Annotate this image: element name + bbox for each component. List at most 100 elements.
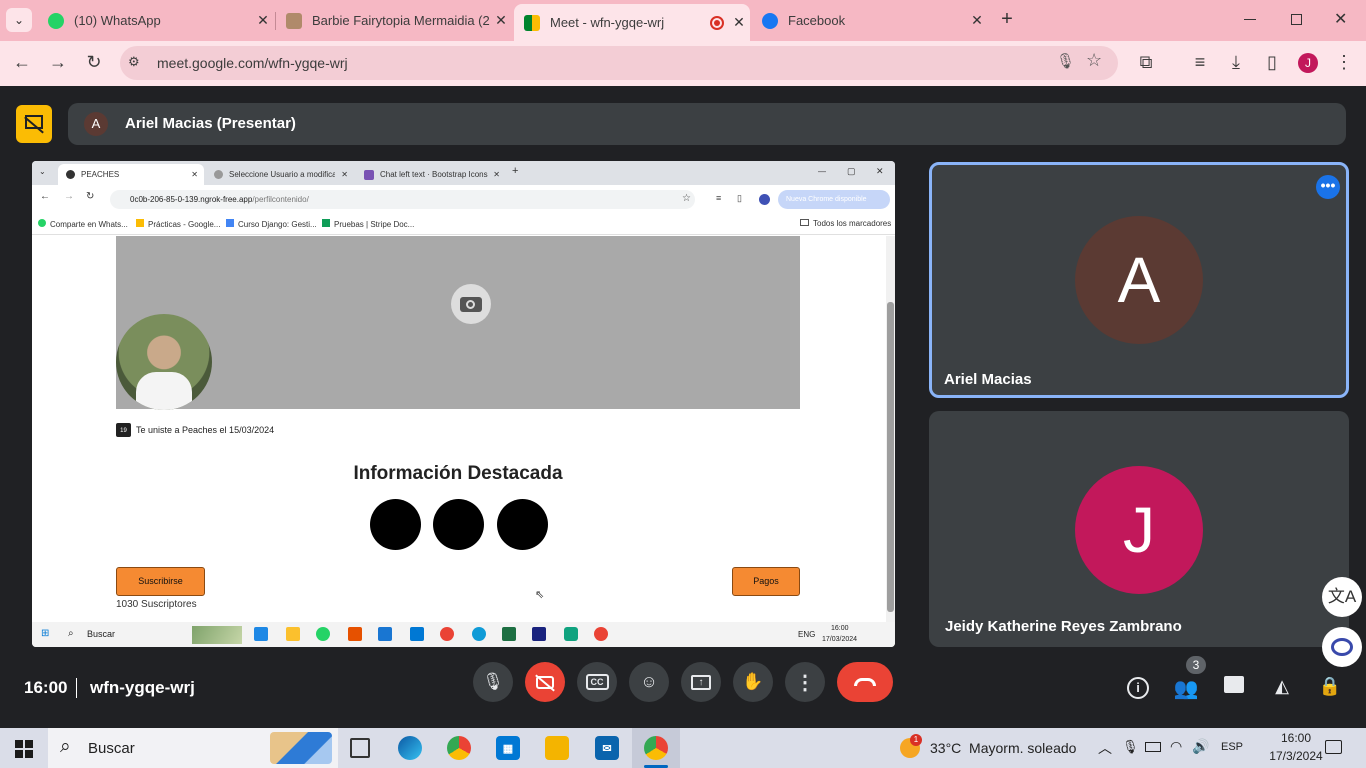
shared-tab-strip: ⌄ PEACHES ✕ Seleccione Usuario a modific… (32, 161, 895, 185)
camera-off-icon (535, 674, 555, 691)
camera-icon (451, 284, 491, 324)
media-control-icon[interactable]: ≡ (1188, 52, 1212, 73)
task-view-icon[interactable] (350, 738, 370, 758)
shared-address-bar: 0c0b-206-85-0-139.ngrok-free.app/perfilc… (110, 190, 695, 209)
people-icon[interactable]: 👥 (1173, 676, 1199, 700)
presenter-avatar: A (84, 112, 108, 136)
microphone-tray-icon[interactable]: 🎙 (1122, 739, 1139, 755)
more-options-button[interactable]: ⋮ (785, 662, 825, 702)
show-hidden-icons[interactable]: ︿ (1098, 738, 1112, 758)
more-options-icon[interactable]: ••• (1316, 175, 1340, 199)
shared-tab-peaches: PEACHES ✕ (58, 164, 204, 185)
notifications-icon[interactable] (1325, 740, 1342, 754)
microsoft-store-icon[interactable]: ▦ (496, 736, 520, 760)
clock-date[interactable]: 17/3/2024 (1260, 749, 1332, 763)
barbie-favicon-icon (286, 12, 302, 29)
mail-icon[interactable]: ✉ (595, 736, 619, 760)
captions-button[interactable]: CC (577, 662, 617, 702)
file-explorer-icon[interactable] (545, 736, 569, 760)
participant-tile-ariel[interactable]: A Ariel Macias ••• (929, 162, 1349, 398)
assistant-icon[interactable] (1322, 627, 1362, 667)
tab-barbie[interactable]: Barbie Fairytopia Mermaidia (20 ✕ (276, 0, 512, 41)
tab-facebook[interactable]: Facebook ✕ (752, 0, 988, 41)
reactions-button[interactable]: ☺ (629, 662, 669, 702)
bootstrap-icon (364, 169, 374, 180)
profile-photo (116, 314, 212, 410)
weather-badge: 1 (910, 734, 922, 746)
meeting-time: 16:00 (24, 678, 68, 697)
presenter-bar: A Ariel Macias (Presentar) (68, 103, 1346, 145)
bookmark: Prácticas - Google... (148, 220, 221, 229)
wifi-icon[interactable]: ◠ (1170, 738, 1182, 755)
microphone-icon[interactable]: 🎙 (1056, 52, 1075, 70)
address-bar[interactable]: ⚙ meet.google.com/wfn-ygqe-wrj 🎙 ☆ (120, 46, 1118, 80)
close-window-icon[interactable]: ✕ (1334, 9, 1347, 29)
meeting-code: wfn-ygqe-wrj (90, 678, 195, 697)
tab-meet[interactable]: Meet - wfn-ygqe-wrj ✕ (514, 4, 750, 41)
host-controls-icon[interactable]: 🔒 (1317, 676, 1343, 700)
shared-star-icon: ☆ (682, 193, 691, 204)
search-icon: ⌕ (60, 736, 71, 757)
taskbar-search-box[interactable]: ⌕ Buscar (48, 728, 338, 768)
volume-icon[interactable]: 🔊 (1192, 738, 1209, 755)
shared-clock-date: 17/03/2024 (822, 636, 858, 643)
bookmark: Todos los marcadores (813, 219, 892, 228)
site-info-icon[interactable]: ⚙ (128, 54, 140, 70)
forward-icon[interactable]: → (46, 52, 70, 73)
chrome-profile-icon[interactable] (644, 736, 668, 760)
edge-icon[interactable] (398, 736, 422, 760)
extensions-icon[interactable]: ⧉ (1134, 52, 1158, 73)
back-icon[interactable]: ← (10, 52, 34, 73)
bookmark: Pruebas | Stripe Doc... (334, 220, 415, 229)
tab-label: Meet - wfn-ygqe-wrj (550, 15, 665, 30)
shared-screen: ⌄ PEACHES ✕ Seleccione Usuario a modific… (32, 161, 895, 647)
tab-whatsapp[interactable]: (10) WhatsApp ✕ (38, 0, 274, 41)
stop-presenting-icon[interactable] (16, 105, 52, 143)
close-tab-icon[interactable]: ✕ (490, 12, 512, 29)
participant-tile-jeidy[interactable]: J Jeidy Katherine Reyes Zambrano (929, 411, 1349, 647)
leave-call-button[interactable] (837, 662, 893, 702)
minimize-icon[interactable] (1244, 19, 1256, 20)
participant-name: Jeidy Katherine Reyes Zambrano (945, 618, 1182, 635)
close-tab-icon[interactable]: ✕ (966, 12, 988, 29)
battery-icon[interactable] (1145, 742, 1161, 752)
shared-lang: ENG (798, 630, 816, 639)
joined-text: Te uniste a Peaches el 15/03/2024 (136, 425, 275, 435)
calendar-icon: 19 (116, 423, 131, 437)
hang-up-icon (854, 678, 876, 686)
side-panel-icon[interactable]: ▯ (1260, 52, 1284, 73)
shared-tab-bootstrap: Chat left text · Bootstrap Icons ✕ (356, 164, 506, 185)
tab-search-button[interactable]: ⌄ (6, 8, 32, 32)
reload-icon[interactable]: ↻ (82, 52, 106, 73)
new-tab-button[interactable]: + (996, 8, 1018, 31)
clock-time[interactable]: 16:00 (1260, 731, 1332, 745)
chrome-icon[interactable] (447, 736, 471, 760)
language-indicator[interactable]: ESP (1221, 741, 1243, 753)
google-meet-icon (524, 14, 540, 31)
facebook-icon (762, 12, 778, 29)
meeting-info-icon[interactable]: i (1125, 676, 1151, 700)
activities-icon[interactable]: ◭ (1269, 676, 1295, 700)
url-host: 0c0b-206-85-0-139.ngrok-free.app (130, 195, 253, 204)
weather-text[interactable]: 33°C Mayorm. soleado (930, 740, 1076, 756)
participant-name: Ariel Macias (944, 371, 1032, 388)
present-screen-button[interactable]: ↑ (681, 662, 721, 702)
tab-label: PEACHES (81, 170, 120, 179)
chat-icon[interactable] (1221, 676, 1247, 700)
restore-icon[interactable] (1291, 14, 1302, 25)
translate-icon[interactable]: 文A (1322, 577, 1362, 617)
microphone-button[interactable]: 🎙 (473, 662, 513, 702)
url-text: meet.google.com/wfn-ygqe-wrj (157, 55, 348, 71)
close-tab-icon[interactable]: ✕ (728, 14, 750, 31)
windows-start-icon[interactable] (15, 740, 33, 758)
tab-label: (10) WhatsApp (74, 13, 161, 28)
close-tab-icon[interactable]: ✕ (252, 12, 274, 29)
mouse-cursor-icon: ⇖ (535, 589, 545, 601)
menu-icon[interactable]: ⋮ (1332, 52, 1356, 73)
profile-avatar[interactable]: J (1298, 53, 1318, 73)
shared-clock-time: 16:00 (831, 625, 849, 632)
download-icon[interactable]: ⤓ (1224, 52, 1248, 73)
bookmark-star-icon[interactable]: ☆ (1086, 50, 1102, 71)
raise-hand-button[interactable]: ✋ (733, 662, 773, 702)
camera-off-button[interactable] (525, 662, 565, 702)
